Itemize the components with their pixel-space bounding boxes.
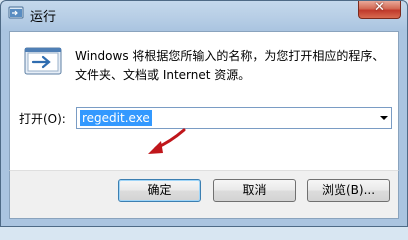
browse-button[interactable]: 浏览(B)...: [307, 179, 390, 202]
description-text: Windows 将根据您所输入的名称，为您打开相应的程序、 文件夹、文档或 In…: [75, 47, 395, 85]
button-bar: 确定 取消 浏览(B)...: [9, 170, 399, 219]
description-line: Windows 将根据您所输入的名称，为您打开相应的程序、: [75, 49, 385, 63]
close-icon: ✕: [374, 0, 385, 15]
open-combobox[interactable]: regedit.exe: [76, 107, 392, 129]
run-icon: [8, 6, 24, 19]
annotation-arrow-icon: [148, 128, 186, 154]
ok-button[interactable]: 确定: [118, 179, 201, 202]
cancel-button[interactable]: 取消: [213, 179, 296, 202]
description-line: 文件夹、文档或 Internet 资源。: [75, 68, 251, 82]
chevron-down-icon[interactable]: [380, 116, 388, 120]
run-dialog: 运行 ✕ Windows 将根据您所输入的名称，为您打开相应的程序、 文件夹、文…: [0, 0, 408, 227]
title-bar[interactable]: 运行 ✕: [1, 1, 407, 26]
open-label: 打开(O):: [19, 112, 66, 126]
close-button[interactable]: ✕: [358, 1, 401, 19]
window-title: 运行: [30, 10, 57, 25]
run-icon: [24, 47, 62, 75]
dialog-content: Windows 将根据您所输入的名称，为您打开相应的程序、 文件夹、文档或 In…: [9, 31, 399, 171]
